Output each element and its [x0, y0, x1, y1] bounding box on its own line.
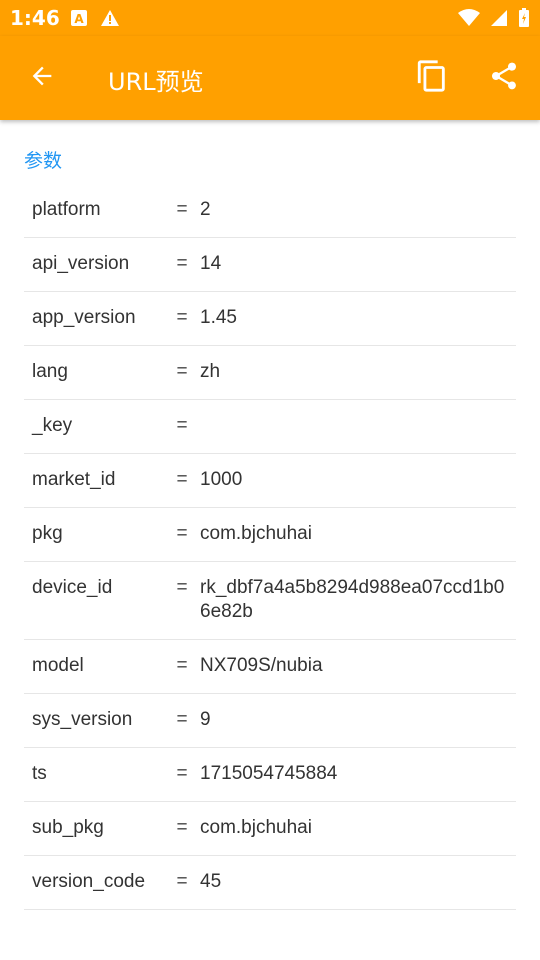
param-key: api_version	[32, 253, 130, 274]
param-key: lang	[32, 361, 68, 382]
param-key: ts	[32, 763, 47, 784]
param-value: 45	[200, 871, 222, 892]
param-value: 2	[200, 199, 211, 220]
param-key: _key	[32, 415, 73, 436]
alert-triangle-icon	[100, 9, 120, 31]
status-time: 1:46	[10, 6, 60, 30]
param-equals: =	[176, 655, 188, 676]
param-value: 1.45	[200, 307, 237, 328]
param-equals: =	[176, 523, 188, 544]
copy-icon	[415, 59, 449, 97]
param-key: sys_version	[32, 709, 133, 730]
param-equals: =	[176, 817, 188, 838]
status-bar: 1:46 A	[0, 0, 540, 36]
share-button[interactable]	[482, 56, 526, 100]
param-equals: =	[176, 361, 188, 382]
battery-icon	[518, 8, 530, 32]
svg-text:A: A	[74, 12, 84, 26]
param-row: app_version = 1.45	[24, 292, 516, 346]
param-key: device_id	[32, 577, 113, 598]
param-row: sub_pkg = com.bjchuhai	[24, 802, 516, 856]
param-equals: =	[176, 307, 188, 328]
status-left-icons: A	[70, 9, 120, 31]
param-key: version_code	[32, 871, 146, 892]
param-value: rk_dbf7a4a5b8294d988ea07ccd1b06e82b	[200, 577, 505, 622]
param-row: _key =	[24, 400, 516, 454]
param-row: device_id = rk_dbf7a4a5b8294d988ea07ccd1b0…	[24, 562, 516, 640]
param-equals: =	[176, 469, 188, 490]
param-key: model	[32, 655, 84, 676]
param-key: pkg	[32, 523, 63, 544]
param-key: platform	[32, 199, 101, 220]
param-row: model = NX709S/nubia	[24, 640, 516, 694]
param-row: sys_version = 9	[24, 694, 516, 748]
param-equals: =	[176, 763, 188, 784]
param-row: api_version = 14	[24, 238, 516, 292]
copy-button[interactable]	[410, 56, 454, 100]
params-section-title: 参数	[24, 150, 63, 172]
signal-icon	[490, 9, 508, 31]
wifi-icon	[458, 9, 480, 31]
param-value: zh	[200, 361, 221, 382]
param-equals: =	[176, 709, 188, 730]
url-preview-content[interactable]: 参数 platform = 2 api_version = 14 app_version = 1…	[0, 120, 540, 960]
status-right-icons	[458, 8, 530, 32]
param-row: ts = 1715054745884	[24, 748, 516, 802]
param-equals: =	[176, 871, 188, 892]
param-equals: =	[176, 253, 188, 274]
param-value: 1715054745884	[200, 763, 338, 784]
a-icon: A	[70, 9, 88, 31]
param-key: market_id	[32, 469, 116, 490]
param-equals: =	[176, 199, 188, 220]
arrow-back-icon	[28, 62, 56, 94]
param-equals: =	[176, 577, 188, 598]
param-value: 9	[200, 709, 211, 730]
param-value: NX709S/nubia	[200, 655, 323, 676]
param-row: platform = 2	[24, 184, 516, 238]
param-row: market_id = 1000	[24, 454, 516, 508]
param-value: com.bjchuhai	[200, 817, 312, 838]
param-equals: =	[176, 415, 188, 436]
param-value: 1000	[200, 469, 243, 490]
param-value: com.bjchuhai	[200, 523, 312, 544]
param-key: app_version	[32, 307, 136, 328]
share-icon	[488, 60, 520, 96]
param-row: pkg = com.bjchuhai	[24, 508, 516, 562]
param-key: sub_pkg	[32, 817, 104, 838]
back-button[interactable]	[22, 58, 62, 98]
app-bar: URL预览	[0, 36, 540, 120]
params-list: platform = 2 api_version = 14 app_version = 1.45…	[24, 184, 516, 910]
param-row: version_code = 45	[24, 856, 516, 910]
param-row: lang = zh	[24, 346, 516, 400]
param-value: 14	[200, 253, 222, 274]
page-title: URL预览	[108, 68, 204, 96]
